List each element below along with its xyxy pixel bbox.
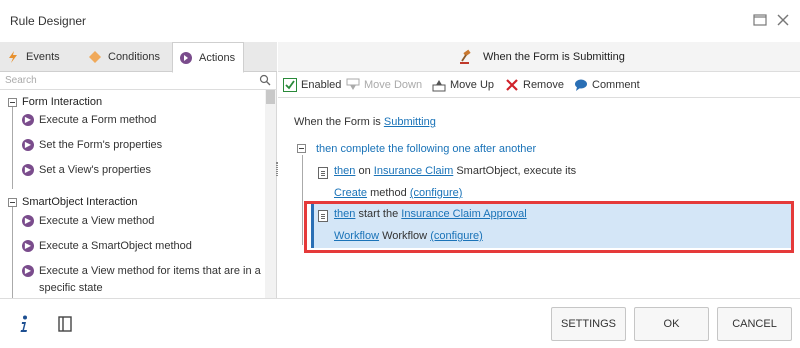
action-arrow-icon: ▶ (22, 114, 34, 126)
comment-button[interactable]: Comment (574, 78, 640, 92)
maximize-icon[interactable] (752, 12, 768, 28)
tree-group-label: Form Interaction (22, 96, 103, 108)
ok-button[interactable]: OK (634, 307, 709, 341)
action-arrow-icon: ▶ (22, 139, 34, 151)
action-text: on (358, 165, 371, 177)
diamond-icon (89, 51, 101, 63)
tree-group-form-interaction[interactable]: Form Interaction (8, 96, 102, 108)
tab-conditions[interactable]: Conditions (82, 42, 172, 72)
sequence-label[interactable]: then complete the following one after an… (316, 143, 536, 155)
tree-item-label: Execute a SmartObject method (39, 240, 192, 252)
tree-item[interactable]: ▶ Set the Form's properties (22, 137, 262, 154)
collapse-icon[interactable] (8, 197, 17, 207)
highlight-box (304, 201, 794, 253)
comment-icon (575, 79, 587, 91)
smartobject-link[interactable]: Insurance Claim (374, 165, 453, 177)
tree-group-label: SmartObject Interaction (22, 196, 138, 208)
arrow-circle-icon (180, 51, 192, 64)
window-title: Rule Designer (10, 14, 87, 28)
collapse-icon[interactable] (8, 97, 17, 107)
tree-item-label: Execute a Form method (39, 114, 157, 126)
action-arrow-icon: ▶ (22, 265, 34, 277)
remove-button[interactable]: Remove (505, 78, 564, 92)
rule-header-label: When the Form is Submitting (483, 51, 625, 63)
cancel-button[interactable]: CANCEL (717, 307, 792, 341)
event-line: When the Form is Submitting (294, 116, 436, 128)
action-arrow-icon: ▶ (22, 240, 34, 252)
search-box[interactable]: Search (0, 72, 277, 90)
tree-line (12, 107, 13, 189)
tab-label: Actions (199, 51, 236, 64)
footer-bar: SETTINGS OK CANCEL (0, 298, 800, 348)
action-text: SmartObject, execute its (456, 165, 577, 177)
tab-actions[interactable]: Actions (172, 42, 244, 73)
rule-toolbar: Enabled Move Down Move Up Remove Comment (278, 72, 800, 98)
move-up-label: Move Up (450, 79, 495, 91)
enabled-checkbox[interactable]: Enabled (283, 78, 341, 92)
move-down-icon (346, 78, 360, 90)
move-up-icon (432, 80, 446, 92)
collapse-icon[interactable] (297, 144, 306, 153)
panel-toggle-icon[interactable] (58, 316, 72, 332)
actions-tree: Form Interaction ▶ Execute a Form method… (0, 90, 265, 298)
tree-item-label: Execute a View method (39, 215, 155, 227)
checkbox-checked-icon (283, 78, 297, 92)
tab-label: Conditions (108, 51, 160, 63)
action-arrow-icon: ▶ (22, 164, 34, 176)
event-prefix: When the Form is (294, 116, 381, 128)
tab-label: Events (26, 51, 60, 63)
tree-item[interactable]: ▶ Execute a View method for items that a… (22, 263, 262, 297)
right-panel: When the Form is Submitting Enabled Move… (278, 42, 800, 298)
action-text: method (370, 187, 407, 199)
action-document-icon (318, 167, 328, 179)
remove-label: Remove (523, 79, 564, 91)
tree-item[interactable]: ▶ Execute a SmartObject method (22, 238, 262, 255)
tree-item[interactable]: ▶ Execute a View method (22, 213, 262, 230)
tree-item-label: Execute a View method for items that are… (39, 265, 261, 294)
action-line-1b: Create method (configure) (334, 187, 462, 199)
then-link[interactable]: then (334, 165, 355, 177)
tree-item-label: Set a View's properties (39, 164, 151, 176)
tab-bar: Events Conditions Actions (0, 42, 277, 73)
move-up-button[interactable]: Move Up (432, 78, 494, 92)
close-icon[interactable] (775, 12, 791, 28)
tree-item[interactable]: ▶ Set a View's properties (22, 162, 262, 179)
rule-header: When the Form is Submitting (278, 42, 800, 72)
info-icon[interactable] (18, 315, 30, 333)
settings-button[interactable]: SETTINGS (551, 307, 626, 341)
tree-line (302, 155, 303, 245)
tree-line (12, 207, 13, 298)
action-arrow-icon: ▶ (22, 215, 34, 227)
tree-scrollbar[interactable] (265, 90, 276, 298)
tree-item[interactable]: ▶ Execute a Form method (22, 112, 262, 129)
scrollbar-thumb[interactable] (266, 90, 275, 104)
move-down-label: Move Down (364, 79, 423, 91)
method-link[interactable]: Create (334, 187, 367, 199)
remove-x-icon (506, 79, 518, 91)
tree-item-label: Set the Form's properties (39, 139, 163, 151)
tab-events[interactable]: Events (0, 42, 82, 72)
search-icon[interactable] (259, 74, 271, 86)
move-down-button[interactable]: Move Down (346, 78, 422, 92)
gavel-icon (460, 49, 471, 64)
configure-link[interactable]: (configure) (410, 187, 463, 199)
rule-canvas: When the Form is Submitting then complet… (278, 98, 800, 298)
event-link[interactable]: Submitting (384, 116, 436, 128)
comment-label: Comment (592, 79, 640, 91)
action-line-1: then on Insurance Claim SmartObject, exe… (334, 165, 576, 177)
search-placeholder: Search (5, 75, 37, 86)
enabled-label: Enabled (301, 79, 342, 91)
tree-group-smartobject-interaction[interactable]: SmartObject Interaction (8, 196, 138, 208)
left-panel: Events Conditions Actions Search Form In… (0, 42, 277, 298)
lightning-icon (9, 51, 17, 63)
title-bar: Rule Designer (0, 0, 800, 42)
